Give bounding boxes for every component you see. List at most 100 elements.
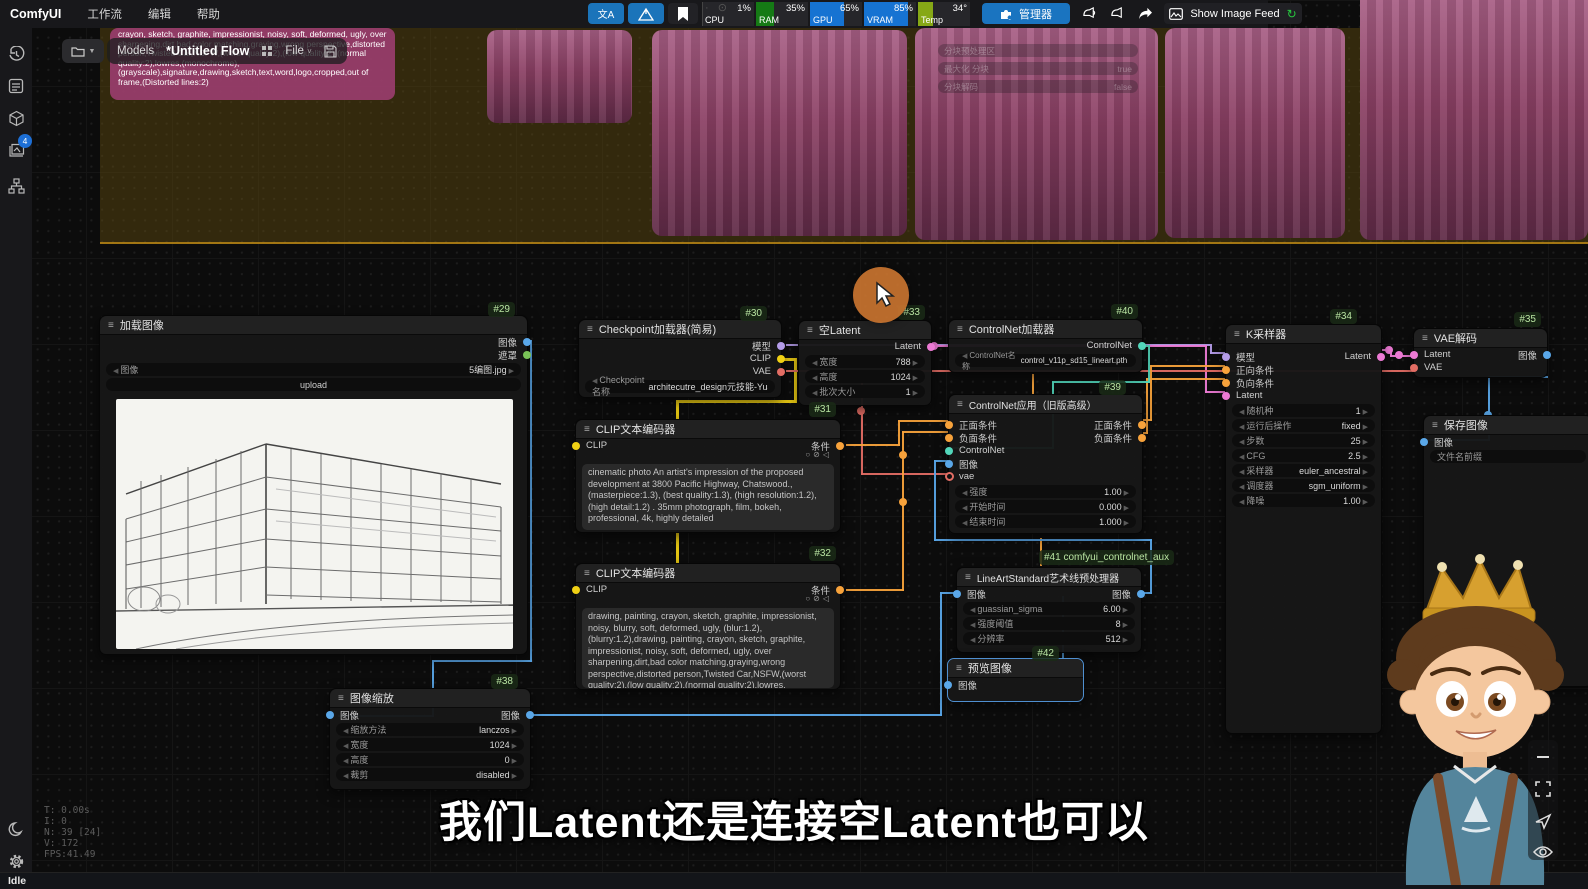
translate-button[interactable]: 文A: [588, 3, 624, 24]
textbox-tool-icons[interactable]: ○⊘◁: [805, 594, 832, 603]
width-widget[interactable]: ◀ 宽度 788 ▶: [805, 355, 925, 368]
height-widget[interactable]: ◀ 高度 1024 ▶: [805, 370, 925, 383]
menu-workflow[interactable]: 工作流: [87, 6, 122, 22]
input-port-latent[interactable]: [1410, 351, 1418, 359]
wire-dot[interactable]: [1385, 346, 1393, 354]
fit-view-button[interactable]: [1534, 780, 1552, 798]
node-menu-icon[interactable]: ≡: [956, 663, 962, 674]
width-widget[interactable]: ◀ 宽度 1024 ▶: [336, 738, 524, 751]
output-port-conditioning[interactable]: [836, 442, 844, 450]
wire-dot[interactable]: [899, 498, 907, 506]
gaussian-sigma-widget[interactable]: ◀ guassian_sigma 6.00 ▶: [963, 602, 1135, 615]
logo-badge-button[interactable]: [628, 3, 664, 24]
manager-button[interactable]: 管理器: [982, 3, 1070, 24]
node-load-image[interactable]: #29 ≡ 加载图像 图像 遮罩 ◀ 图像 5编图.jpg ▶ upload: [99, 315, 528, 655]
image-filename-widget[interactable]: ◀ 图像 5编图.jpg ▶: [106, 363, 521, 376]
output-port-image[interactable]: [526, 711, 534, 719]
workflow-folder-button[interactable]: ▼: [62, 39, 104, 63]
notification-horn-icon[interactable]: [1076, 3, 1102, 24]
node-menu-icon[interactable]: ≡: [584, 568, 590, 579]
collapse-button[interactable]: [1534, 748, 1552, 766]
node-controlnet-apply-advanced[interactable]: #39 ≡ ControlNet应用（旧版高级） 正面条件 正面条件 负面条件 …: [948, 394, 1143, 534]
node-menu-icon[interactable]: ≡: [957, 399, 963, 410]
node-image-scale[interactable]: #38 ≡ 图像缩放 图像 图像 ◀ 缩放方法 lanczos ▶ ◀ 宽度 1…: [329, 688, 531, 790]
strength-widget[interactable]: ◀ 强度 1.00 ▶: [955, 485, 1136, 498]
input-port-vae[interactable]: [1410, 364, 1418, 372]
node-vae-decode[interactable]: #35 ≡ VAE解码 Latent 图像 VAE: [1413, 328, 1548, 378]
settings-gear-icon[interactable]: [4, 849, 28, 873]
bookmark-button[interactable]: [668, 3, 698, 24]
intensity-threshold-widget[interactable]: ◀ 强度阈值 8 ▶: [963, 617, 1135, 630]
node-ksampler[interactable]: #34 ≡ K采样器 模型 Latent 正向条件 负向条件 Latent ◀ …: [1225, 324, 1382, 734]
input-port-image[interactable]: [326, 711, 334, 719]
input-port-clip[interactable]: [572, 442, 580, 450]
input-port-clip[interactable]: [572, 586, 580, 594]
prompt-textarea[interactable]: drawing, painting, crayon, sketch, graph…: [582, 608, 834, 688]
node-menu-icon[interactable]: ≡: [965, 572, 971, 583]
output-port-mask[interactable]: [523, 351, 531, 359]
controlnet-name-widget[interactable]: ◀ ControlNet名称 control_v11p_sd15_lineart…: [955, 354, 1136, 367]
share-button[interactable]: [1132, 3, 1158, 24]
node-lineart-standard-preprocessor[interactable]: #41 comfyui_controlnet_aux ≡ LineArtStan…: [956, 567, 1142, 653]
upload-button[interactable]: upload: [106, 378, 521, 391]
input-port-model[interactable]: [1222, 353, 1230, 361]
denoise-widget[interactable]: ◀ 降噪 1.00 ▶: [1232, 494, 1375, 507]
node-menu-icon[interactable]: ≡: [1432, 420, 1438, 431]
wire-dot[interactable]: [899, 451, 907, 459]
app-logo[interactable]: ComfyUI: [10, 7, 61, 21]
output-port-clip[interactable]: [777, 355, 785, 363]
output-port-negative[interactable]: [1138, 434, 1146, 442]
output-port-latent[interactable]: [1377, 353, 1385, 361]
upscale-method-widget[interactable]: ◀ 缩放方法 lanczos ▶: [336, 723, 524, 736]
output-port-model[interactable]: [777, 342, 785, 350]
resolution-widget[interactable]: ◀ 分辨率 512 ▶: [963, 632, 1135, 645]
input-port-image[interactable]: [945, 460, 953, 468]
input-port-image[interactable]: [944, 681, 952, 689]
checkpoint-name-widget[interactable]: ◀ Checkpoint名称 architecutre_design元技能-Yu…: [585, 380, 775, 393]
queue-icon[interactable]: [4, 74, 28, 98]
gallery-icon[interactable]: 4: [4, 138, 28, 162]
filename-prefix-widget[interactable]: 文件名前缀: [1430, 450, 1586, 463]
prompt-textarea[interactable]: cinematic photo An artist's impression o…: [582, 464, 834, 530]
cfg-widget[interactable]: ◀ CFG 2.5 ▶: [1232, 449, 1375, 462]
output-port-conditioning[interactable]: [836, 586, 844, 594]
scheduler-widget[interactable]: ◀ 调度器 sgm_uniform ▶: [1232, 479, 1375, 492]
wire-dot[interactable]: [857, 407, 865, 415]
node-menu-icon[interactable]: ≡: [108, 320, 114, 331]
seed-widget[interactable]: ◀ 随机种 1 ▶: [1232, 404, 1375, 417]
comfyui-canvas[interactable]: crayon, sketch, graphite, impressionist,…: [0, 0, 1588, 889]
node-empty-latent[interactable]: #33 ≡ 空Latent Latent ◀ 宽度 788 ▶ ◀ 高度 102…: [798, 320, 932, 406]
node-controlnet-loader[interactable]: #40 ≡ ControlNet加载器 ControlNet ◀ Control…: [948, 319, 1143, 373]
theme-toggle-icon[interactable]: [4, 817, 28, 841]
node-menu-icon[interactable]: ≡: [338, 693, 344, 704]
menu-help[interactable]: 帮助: [197, 6, 220, 22]
wire-dot[interactable]: [1395, 351, 1403, 359]
menu-edit[interactable]: 编辑: [148, 6, 171, 22]
workflow-tab-name[interactable]: *Untitled Flow: [166, 44, 249, 58]
output-port-positive[interactable]: [1138, 421, 1146, 429]
node-checkpoint-loader[interactable]: #30 ≡ Checkpoint加载器(简易) 模型 CLIP VAE ◀ Ch…: [578, 319, 782, 398]
output-port-vae[interactable]: [777, 368, 785, 376]
save-icon[interactable]: [324, 45, 337, 58]
node-preview-image[interactable]: #42 ≡ 预览图像 图像: [947, 658, 1084, 702]
tab-models[interactable]: Models: [117, 45, 154, 57]
show-image-feed-button[interactable]: Show Image Feed ↻: [1164, 3, 1302, 24]
output-port-image[interactable]: [523, 338, 531, 346]
output-port-image[interactable]: [1543, 351, 1551, 359]
batch-size-widget[interactable]: ◀ 批次大小 1 ▶: [805, 385, 925, 398]
input-port-vae[interactable]: [945, 472, 954, 481]
start-percent-widget[interactable]: ◀ 开始时间 0.000 ▶: [955, 500, 1136, 513]
end-percent-widget[interactable]: ◀ 结束时间 1.000 ▶: [955, 515, 1136, 528]
input-port-latent[interactable]: [1222, 392, 1230, 400]
node-menu-icon[interactable]: ≡: [1422, 333, 1428, 344]
node-menu-icon[interactable]: ≡: [807, 325, 813, 336]
output-port-controlnet[interactable]: [1138, 342, 1146, 350]
crop-widget[interactable]: ◀ 裁剪 disabled ▶: [336, 768, 524, 781]
control-after-generate-widget[interactable]: ◀ 运行后操作 fixed ▶: [1232, 419, 1375, 432]
node-menu-icon[interactable]: ≡: [1234, 329, 1240, 340]
input-port-image[interactable]: [953, 590, 961, 598]
output-port-latent[interactable]: [927, 343, 935, 351]
input-port-negative[interactable]: [945, 434, 953, 442]
file-menu[interactable]: File ˅: [285, 45, 311, 57]
input-port-image[interactable]: [1420, 438, 1428, 446]
